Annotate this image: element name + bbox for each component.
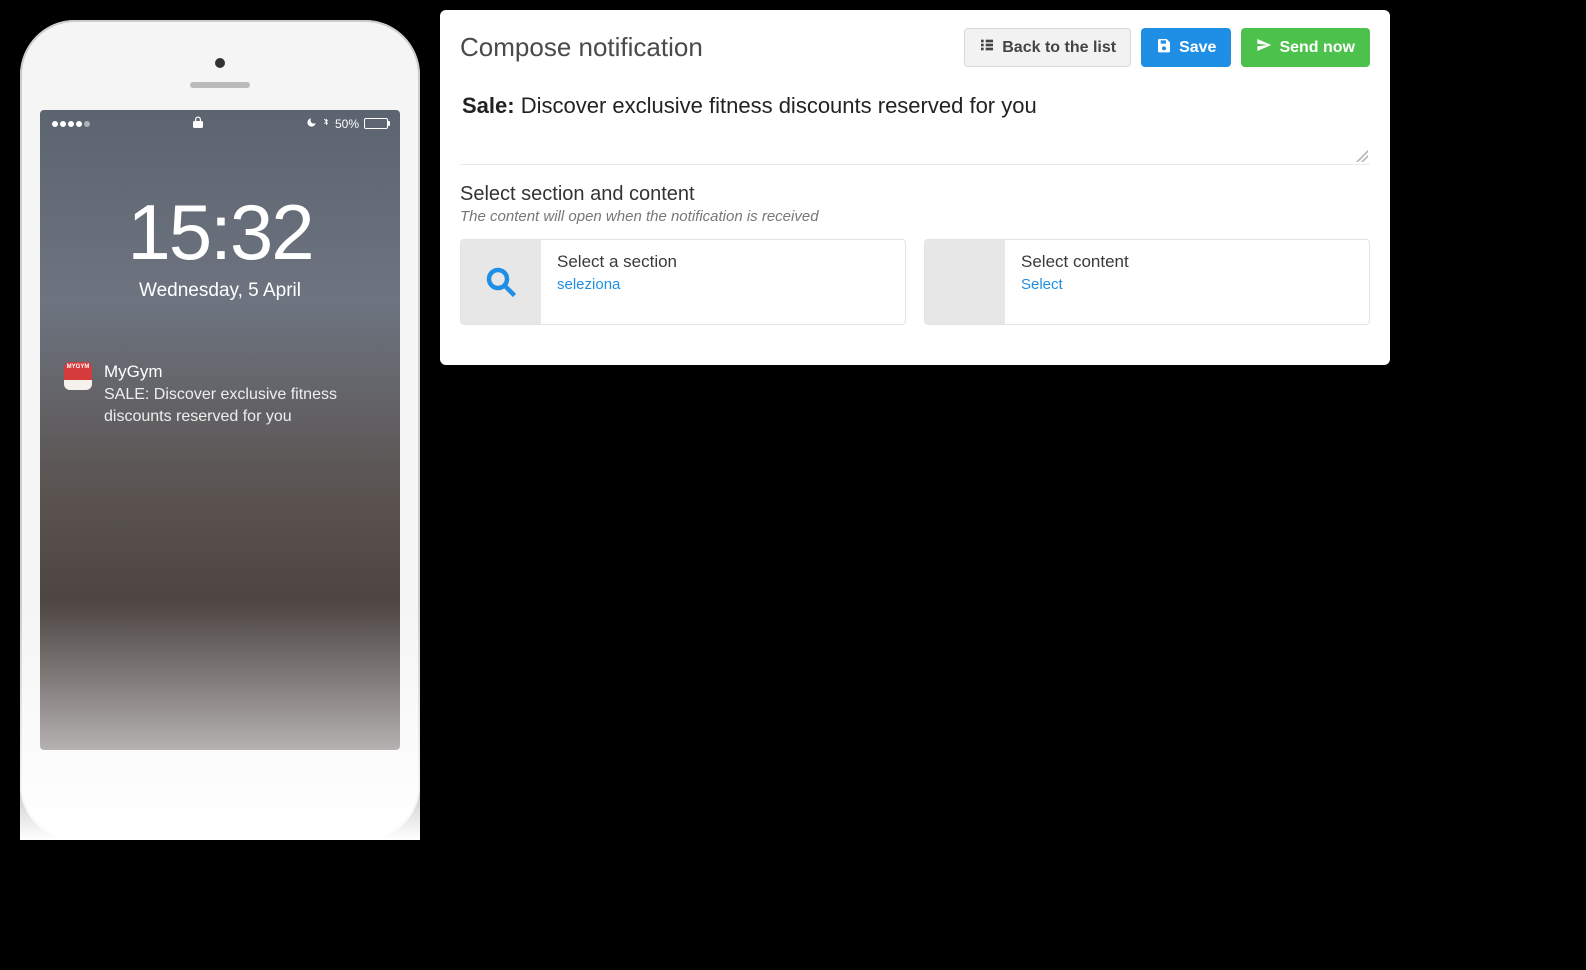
content-placeholder-icon (925, 240, 1005, 324)
lock-icon (193, 116, 203, 131)
send-button-label: Send now (1279, 39, 1355, 57)
battery-percent: 50% (335, 117, 359, 131)
compose-textarea[interactable]: Sale: Discover exclusive fitness discoun… (460, 85, 1370, 165)
phone-mockup: 50% 15:32 Wednesday, 5 April MYGYM MyGym… (20, 20, 420, 840)
signal-dots-icon (52, 121, 90, 127)
select-section-box[interactable]: Select a section seleziona (460, 239, 906, 325)
status-bar: 50% (40, 110, 400, 137)
section-subtitle: The content will open when the notificat… (460, 208, 1370, 225)
status-right: 50% (306, 116, 388, 131)
select-section-link[interactable]: seleziona (557, 276, 620, 293)
send-now-button[interactable]: Send now (1241, 28, 1370, 67)
select-content-link[interactable]: Select (1021, 276, 1063, 293)
lock-clock: 15:32 Wednesday, 5 April (40, 187, 400, 302)
select-content-label: Select content (1021, 252, 1129, 272)
panel-actions: Back to the list Save Send now (964, 28, 1370, 67)
phone-lock-screen: 50% 15:32 Wednesday, 5 April MYGYM MyGym… (40, 110, 400, 750)
panel-title: Compose notification (460, 32, 703, 63)
moon-icon (306, 117, 317, 131)
send-icon (1256, 37, 1272, 58)
list-icon (979, 37, 995, 58)
back-button-label: Back to the list (1002, 39, 1116, 57)
notification-message: SALE: Discover exclusive fitness discoun… (104, 384, 376, 427)
save-icon (1156, 37, 1172, 58)
battery-icon (364, 118, 388, 129)
search-icon (461, 240, 541, 324)
save-button[interactable]: Save (1141, 28, 1231, 67)
notification-card[interactable]: MYGYM MyGym SALE: Discover exclusive fit… (54, 350, 386, 439)
compose-bold-prefix: Sale: (462, 93, 515, 118)
notification-app-name: MyGym (104, 362, 376, 382)
select-section-label: Select a section (557, 252, 677, 272)
notification-body: MyGym SALE: Discover exclusive fitness d… (104, 362, 376, 427)
back-to-list-button[interactable]: Back to the list (964, 28, 1131, 67)
compose-text: Discover exclusive fitness discounts res… (521, 93, 1037, 118)
compose-panel: Compose notification Back to the list Sa… (440, 10, 1390, 365)
select-content-box[interactable]: Select content Select (924, 239, 1370, 325)
clock-date: Wednesday, 5 April (40, 280, 400, 302)
save-button-label: Save (1179, 39, 1216, 57)
panel-header: Compose notification Back to the list Sa… (460, 28, 1370, 67)
section-title: Select section and content (460, 183, 1370, 206)
bluetooth-icon (322, 116, 330, 131)
selectors-row: Select a section seleziona Select conten… (460, 239, 1370, 325)
status-left (52, 121, 90, 127)
resize-handle-icon[interactable] (1356, 150, 1368, 162)
notification-app-icon: MYGYM (64, 362, 92, 390)
clock-time: 15:32 (40, 187, 400, 278)
